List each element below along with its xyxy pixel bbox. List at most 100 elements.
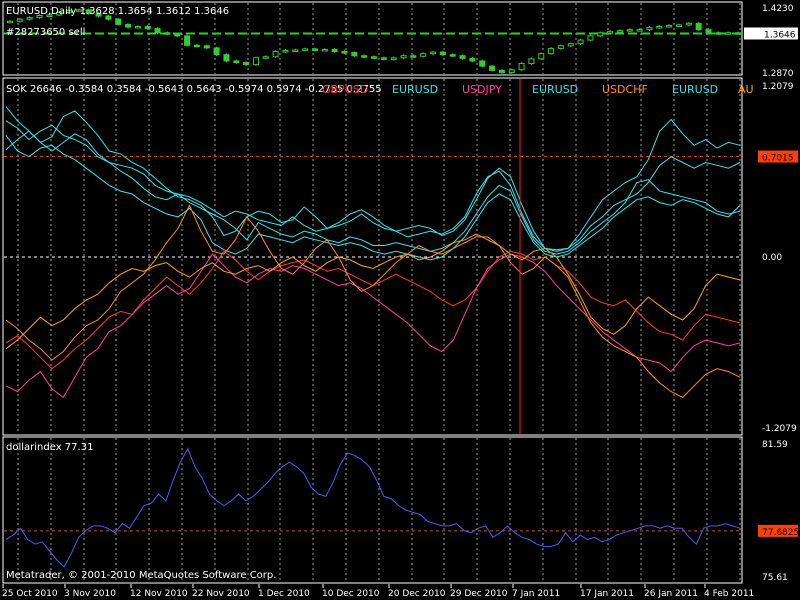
candle-body bbox=[607, 31, 614, 34]
candle-body bbox=[174, 33, 181, 37]
legend-item: GBPUSD bbox=[322, 83, 368, 96]
candle-body bbox=[243, 62, 250, 66]
candle-body bbox=[410, 55, 417, 58]
candle-body bbox=[292, 49, 299, 52]
candle-body bbox=[125, 23, 132, 28]
candle-body bbox=[371, 56, 377, 59]
candle-body bbox=[577, 39, 584, 45]
candle-body bbox=[439, 51, 446, 56]
candle-body bbox=[302, 48, 309, 51]
candle-body bbox=[636, 29, 643, 32]
copyright-text: Metatrader, © 2001-2010 MetaQuotes Softw… bbox=[6, 570, 276, 581]
candle-body bbox=[695, 22, 702, 31]
sok-level-badge: 0.7015 bbox=[758, 150, 798, 164]
candle-body bbox=[213, 47, 220, 56]
candle-body bbox=[7, 20, 13, 24]
sok-axis-max: 1.2079 bbox=[762, 82, 794, 92]
candle-body bbox=[321, 48, 328, 52]
candle-body bbox=[548, 47, 555, 55]
dollar-header: dollarindex 77.31 bbox=[6, 442, 93, 453]
candle-body bbox=[646, 27, 653, 31]
legend-item: USDJPY bbox=[462, 83, 502, 96]
price-axis-max: 1.4230 bbox=[762, 4, 794, 14]
candle-body bbox=[311, 48, 318, 51]
trading-chart-window: EURUSD,Daily 1.3628 1.3654 1.3612 1.3646… bbox=[0, 0, 800, 600]
time-label: 22 Nov 2010 bbox=[192, 589, 250, 599]
candle-body bbox=[459, 55, 466, 59]
candle-body bbox=[193, 44, 200, 48]
candle-body bbox=[715, 32, 722, 35]
candle-body bbox=[430, 51, 437, 55]
candle-body bbox=[528, 58, 535, 65]
dollar-level-text: 77.6825 bbox=[762, 528, 799, 538]
candle-body bbox=[587, 35, 594, 41]
time-label: 20 Dec 2010 bbox=[388, 589, 446, 599]
dollar-level-badge: 77.6825 bbox=[758, 524, 799, 538]
legend-item: EURUSD bbox=[392, 83, 438, 96]
candle-body bbox=[626, 29, 633, 32]
candle-body bbox=[420, 53, 427, 57]
time-label: 29 Dec 2010 bbox=[450, 589, 508, 599]
time-label: 26 Jan 2011 bbox=[644, 589, 698, 599]
candle-body bbox=[666, 24, 673, 28]
candle-body bbox=[380, 57, 387, 60]
candle-body bbox=[134, 25, 141, 29]
candle-body bbox=[400, 55, 407, 59]
candle-body bbox=[538, 53, 545, 60]
candle-body bbox=[164, 32, 171, 35]
current-price-text: 1.3646 bbox=[764, 30, 796, 40]
legend-item: EURUSD bbox=[532, 83, 578, 96]
time-label: 3 Nov 2010 bbox=[64, 589, 116, 599]
candle-body bbox=[282, 50, 289, 53]
candle-body bbox=[390, 57, 397, 60]
candle-body bbox=[567, 43, 574, 47]
candle-body bbox=[685, 22, 692, 26]
candle-body bbox=[597, 32, 604, 37]
time-label: 1 Dec 2010 bbox=[258, 589, 310, 599]
candle-body bbox=[656, 25, 663, 29]
candle-body bbox=[262, 56, 269, 59]
candle-body bbox=[675, 24, 682, 27]
candle-body bbox=[705, 29, 712, 34]
candle-body bbox=[361, 55, 368, 58]
candle-body bbox=[479, 60, 486, 67]
time-label: 4 Feb 2011 bbox=[704, 589, 754, 599]
price-axis-min: 1.2870 bbox=[762, 69, 794, 79]
candle-body bbox=[489, 65, 496, 71]
candle-body bbox=[557, 45, 564, 49]
candle-body bbox=[725, 32, 732, 35]
symbol-header: EURUSD,Daily 1.3628 1.3654 1.3612 1.3646 bbox=[6, 6, 229, 17]
candle-body bbox=[498, 69, 505, 73]
order-label: #28273650 sell bbox=[6, 27, 85, 38]
candle-body bbox=[203, 45, 210, 49]
dollar-axis-max: 81.59 bbox=[762, 440, 788, 450]
candle-body bbox=[508, 69, 515, 73]
legend-item: USDCHF bbox=[602, 83, 648, 96]
candle-body bbox=[16, 18, 23, 22]
time-label: 10 Dec 2010 bbox=[322, 589, 380, 599]
time-label: 17 Jan 2011 bbox=[580, 589, 634, 599]
sok-axis-zero: 0.00 bbox=[762, 253, 782, 263]
time-label: 7 Jan 2011 bbox=[512, 589, 560, 599]
legend-item: EURUSD bbox=[672, 83, 718, 96]
candle-body bbox=[616, 30, 623, 33]
sok-level-text: 0.7015 bbox=[762, 154, 794, 164]
candle-body bbox=[469, 57, 476, 62]
time-label: 25 Oct 2010 bbox=[2, 589, 58, 599]
current-price-badge: 1.3646 bbox=[744, 27, 798, 40]
candle-body bbox=[331, 48, 338, 53]
candle-body bbox=[233, 60, 240, 64]
candle-body bbox=[223, 54, 230, 62]
candle-body bbox=[449, 54, 456, 57]
candle-body bbox=[518, 63, 525, 71]
candle-body bbox=[184, 35, 191, 46]
candle-body bbox=[252, 57, 259, 66]
candle-body bbox=[115, 18, 122, 25]
candle-body bbox=[144, 25, 151, 30]
time-label: 12 Nov 2010 bbox=[130, 589, 188, 599]
candle-body bbox=[26, 17, 33, 20]
candle-body bbox=[351, 52, 358, 57]
candle-body bbox=[272, 51, 279, 58]
candle-body bbox=[154, 28, 161, 34]
dollar-axis-min: 75.61 bbox=[762, 573, 788, 583]
